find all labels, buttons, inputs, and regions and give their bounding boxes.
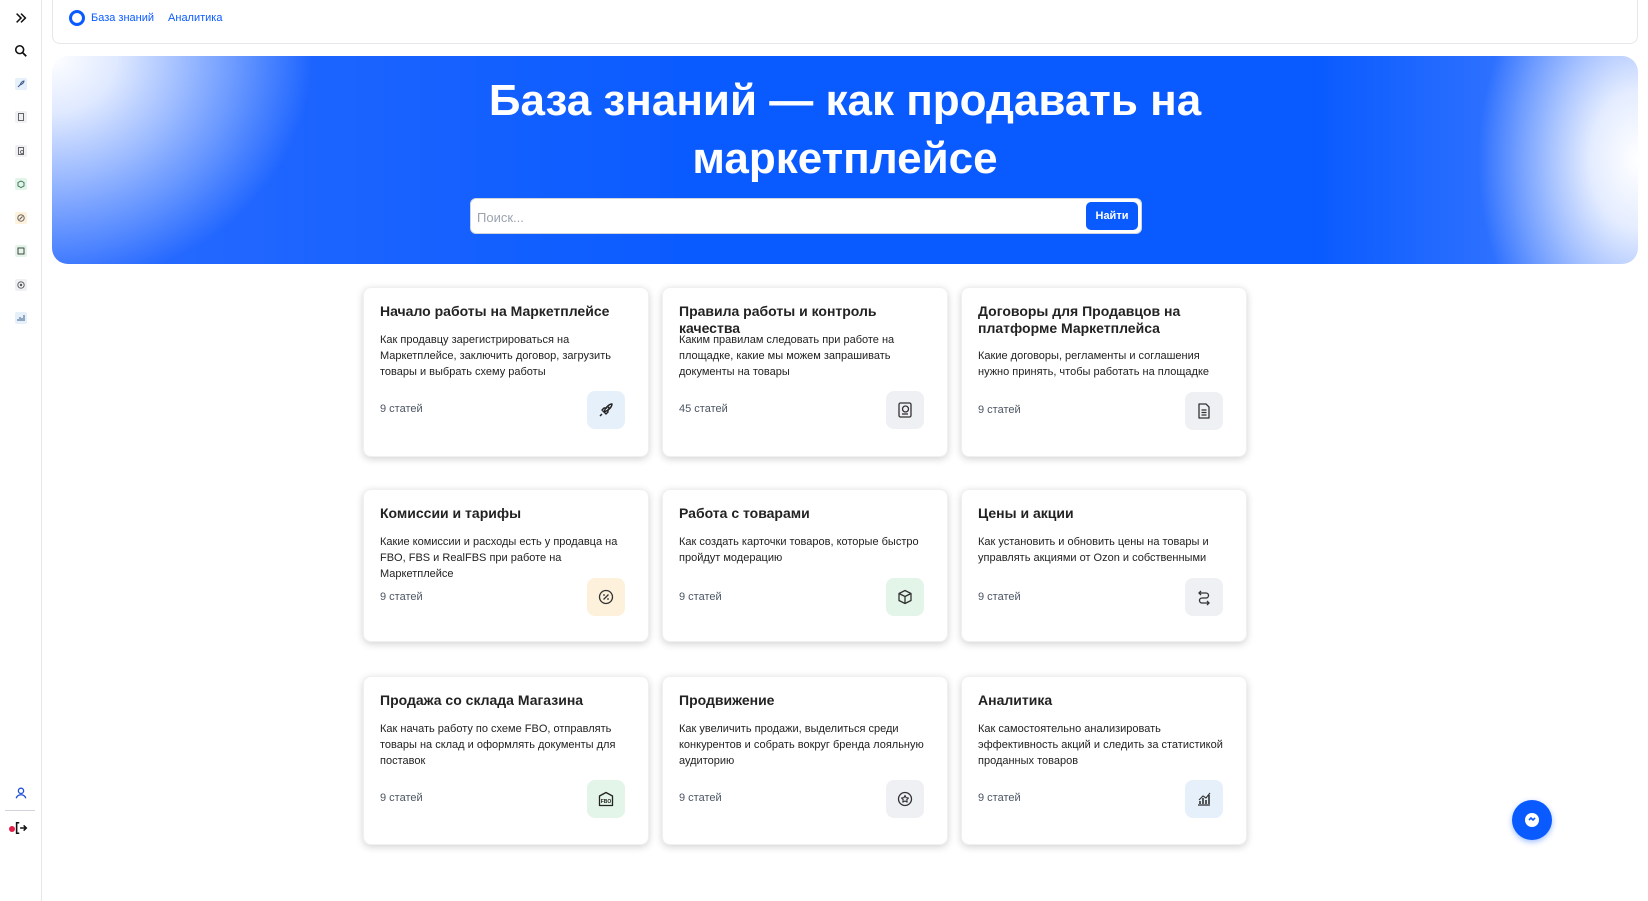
target-icon[interactable] [12, 276, 30, 294]
breadcrumb-item-analytics[interactable]: Аналитика [168, 12, 222, 24]
category-card[interactable]: Правила работы и контроль качества Каким … [662, 287, 948, 457]
category-card[interactable]: Работа с товарами Как создать карточки то… [662, 489, 948, 642]
card-title[interactable]: Аналитика [978, 692, 1232, 709]
chat-icon [1525, 813, 1539, 827]
card-title[interactable]: Комиссии и тарифы [380, 505, 634, 522]
passport-icon [886, 391, 924, 429]
card-title[interactable]: Продвижение [679, 692, 933, 709]
card-description: Как увеличить продажи, выделиться среди … [679, 723, 924, 767]
chart-icon[interactable] [12, 309, 30, 327]
logout-icon[interactable] [9, 816, 33, 840]
category-card[interactable]: Цены и акции Как установить и обновить це… [961, 489, 1247, 642]
user-icon[interactable] [9, 781, 33, 805]
card-description: Какие комиссии и расходы есть у продавца… [380, 536, 618, 580]
card-article-count: 9 статей [978, 792, 1021, 804]
category-card[interactable]: Продвижение Как увеличить продажи, выдели… [662, 676, 948, 845]
card-article-count: 9 статей [978, 591, 1021, 603]
card-description: Какие договоры, регламенты и соглашения … [978, 350, 1209, 378]
top-bar: База знаний Аналитика [52, 0, 1638, 44]
hero-banner: База знаний — как продавать на маркетпле… [52, 56, 1638, 264]
document-check-icon[interactable] [12, 142, 30, 160]
card-description: Как самостоятельно анализировать эффекти… [978, 723, 1223, 767]
document-icon [1185, 392, 1223, 430]
search-button[interactable]: Найти [1086, 202, 1138, 230]
chart-icon [1185, 780, 1223, 818]
card-title[interactable]: Работа с товарами [679, 505, 933, 522]
card-article-count: 9 статей [679, 591, 722, 603]
card-article-count: 9 статей [380, 403, 423, 415]
card-description: Как установить и обновить цены на товары… [978, 536, 1209, 564]
card-description: Как создать карточки товаров, которые бы… [679, 536, 919, 564]
category-card[interactable]: Продажа со склада Магазина Как начать раб… [363, 676, 649, 845]
page-title-line2: маркетплейсе [692, 134, 998, 183]
category-card[interactable]: Аналитика Как самостоятельно анализироват… [961, 676, 1247, 845]
logo-icon [69, 10, 85, 26]
search-bar: Найти [470, 198, 1142, 234]
category-card[interactable]: Договоры для Продавцов на платформе Марк… [961, 287, 1247, 457]
card-article-count: 9 статей [380, 792, 423, 804]
sidebar [0, 0, 42, 901]
category-card[interactable]: Комиссии и тарифы Какие комиссии и расход… [363, 489, 649, 642]
card-description: Как продавцу зарегистрироваться на Марке… [380, 334, 611, 378]
percent-icon[interactable] [12, 209, 30, 227]
card-article-count: 9 статей [380, 591, 423, 603]
page-title-line1: База знаний — как продавать на [488, 76, 1202, 125]
card-title[interactable]: Начало работы на Маркетплейсе [380, 303, 634, 320]
search-input[interactable] [477, 208, 1067, 226]
card-title[interactable]: Договоры для Продавцов на платформе Марк… [978, 303, 1232, 337]
document-icon[interactable] [12, 108, 30, 126]
card-description: Каким правилам следовать при работе на п… [679, 334, 895, 378]
chevrons-right-icon[interactable] [9, 6, 33, 30]
percent-icon [587, 578, 625, 616]
card-article-count: 9 статей [679, 792, 722, 804]
card-article-count: 9 статей [978, 404, 1021, 416]
warehouse-icon[interactable] [12, 242, 30, 260]
fbo-icon: FBO [587, 780, 625, 818]
chat-button[interactable] [1512, 800, 1552, 840]
rocket-icon [587, 391, 625, 429]
card-description: Как начать работу по схеме FBO, отправля… [380, 723, 616, 767]
badge-icon [886, 780, 924, 818]
rocket-icon[interactable] [12, 75, 30, 93]
card-article-count: 45 статей [679, 403, 728, 415]
search-icon[interactable] [9, 39, 33, 63]
sidebar-divider [5, 810, 35, 811]
breadcrumb-item-knowledge-base[interactable]: База знаний [91, 12, 154, 24]
box-icon[interactable] [12, 175, 30, 193]
box-icon [886, 578, 924, 616]
card-title[interactable]: Продажа со склада Магазина [380, 692, 634, 709]
card-title[interactable]: Цены и акции [978, 505, 1232, 522]
svg-text:FBO: FBO [601, 799, 612, 805]
page-title: База знаний — как продавать на маркетпле… [52, 72, 1638, 188]
category-card[interactable]: Начало работы на Маркетплейсе Как продавц… [363, 287, 649, 457]
breadcrumb: База знаний Аналитика [69, 10, 222, 26]
route-icon [1185, 578, 1223, 616]
